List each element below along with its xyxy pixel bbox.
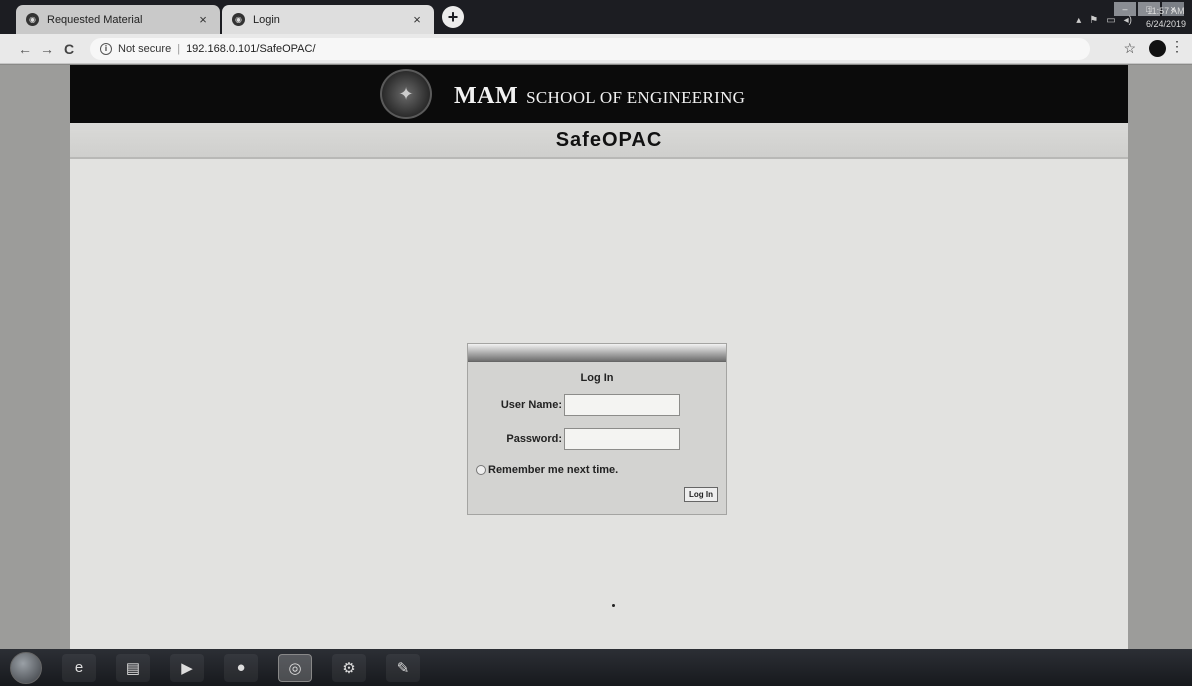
clock-date: 6/24/2019 — [1145, 19, 1186, 29]
school-name: MAM SCHOOL OF ENGINEERING — [454, 83, 745, 110]
taskbar: e ▤ ▶ ● ◎ ⚙ ✎ — [0, 649, 1192, 686]
globe-icon: ◉ — [232, 13, 245, 26]
paint-icon[interactable]: ✎ — [386, 653, 420, 682]
tab-strip: ◉ Requested Material × ◉ Login × + – □ × — [0, 0, 1192, 34]
start-button[interactable] — [10, 651, 42, 684]
school-crest-logo: ✦ — [380, 69, 432, 119]
flag-icon[interactable]: ⚑ — [1089, 15, 1098, 26]
username-label: User Name: — [500, 399, 562, 411]
tab-login[interactable]: ◉ Login × — [222, 5, 434, 34]
close-tab-icon[interactable]: × — [196, 12, 210, 27]
taskbar-clock[interactable]: 11:57 AM 6/24/2019 — [1146, 5, 1186, 31]
folder-icon[interactable]: ▤ — [116, 653, 150, 682]
menu-kebab-icon[interactable]: ⋮ — [1170, 38, 1184, 55]
remember-me-label: Remember me next time. — [488, 464, 619, 476]
page-body: ✦ MAM SCHOOL OF ENGINEERING SafeOPAC Log… — [70, 65, 1128, 649]
close-tab-icon[interactable]: × — [410, 12, 424, 27]
globe-icon: ◉ — [26, 13, 39, 26]
tab-requested-material[interactable]: ◉ Requested Material × — [16, 5, 220, 34]
tab-title: Requested Material — [47, 13, 143, 26]
separator: | — [177, 42, 181, 55]
site-header: ✦ MAM SCHOOL OF ENGINEERING — [70, 65, 1128, 123]
system-tray: ▴ ⚑ ▭ ◂) — [1076, 15, 1132, 26]
password-row: Password: — [468, 428, 728, 450]
school-name-rest: SCHOOL OF ENGINEERING — [526, 88, 746, 107]
network-icon[interactable]: ▭ — [1106, 15, 1115, 26]
username-row: User Name: — [468, 394, 728, 416]
tray-arrow-icon[interactable]: ▴ — [1076, 15, 1081, 26]
app-icon[interactable]: ● — [224, 653, 258, 682]
remember-me[interactable]: Remember me next time. — [476, 464, 618, 476]
login-panel: Log In User Name: Password: Remember me … — [467, 343, 727, 515]
chrome-icon[interactable]: ◎ — [278, 653, 312, 682]
password-label: Password: — [506, 433, 562, 445]
login-panel-header — [468, 344, 726, 362]
school-abbr: MAM — [454, 83, 519, 109]
page-viewport: ✦ MAM SCHOOL OF ENGINEERING SafeOPAC Log… — [0, 65, 1192, 649]
url-text: 192.168.0.101/SafeOPAC/ — [186, 42, 316, 55]
browser-toolbar: ← → C i Not secure | 192.168.0.101/SafeO… — [0, 34, 1192, 64]
address-bar[interactable]: i Not secure | 192.168.0.101/SafeOPAC/ — [90, 37, 1090, 60]
reload-icon[interactable]: C — [58, 41, 80, 57]
media-player-icon[interactable]: ▶ — [170, 653, 204, 682]
bookmark-star-icon[interactable]: ☆ — [1123, 40, 1136, 57]
tab-title: Login — [253, 13, 280, 26]
ie-icon[interactable]: e — [62, 653, 96, 682]
volume-icon[interactable]: ◂) — [1124, 15, 1132, 26]
security-label: Not secure — [118, 42, 172, 55]
clock-time: 11:57 AM — [1147, 6, 1185, 16]
minimize-icon[interactable]: – — [1114, 2, 1136, 16]
remember-me-checkbox[interactable] — [476, 465, 486, 475]
password-input[interactable] — [564, 428, 680, 450]
forward-icon[interactable]: → — [36, 41, 58, 57]
username-input[interactable] — [564, 394, 680, 416]
title-band: SafeOPAC — [70, 123, 1128, 159]
profile-avatar[interactable] — [1149, 40, 1166, 57]
login-button[interactable]: Log In — [684, 487, 718, 502]
login-title: Log In — [580, 372, 614, 384]
app-title: SafeOPAC — [555, 128, 663, 151]
info-icon[interactable]: i — [100, 42, 112, 55]
back-icon[interactable]: ← — [14, 41, 36, 57]
network-app-icon[interactable]: ⚙ — [332, 653, 366, 682]
cursor-dot — [612, 604, 615, 607]
new-tab-button[interactable]: + — [442, 6, 464, 28]
